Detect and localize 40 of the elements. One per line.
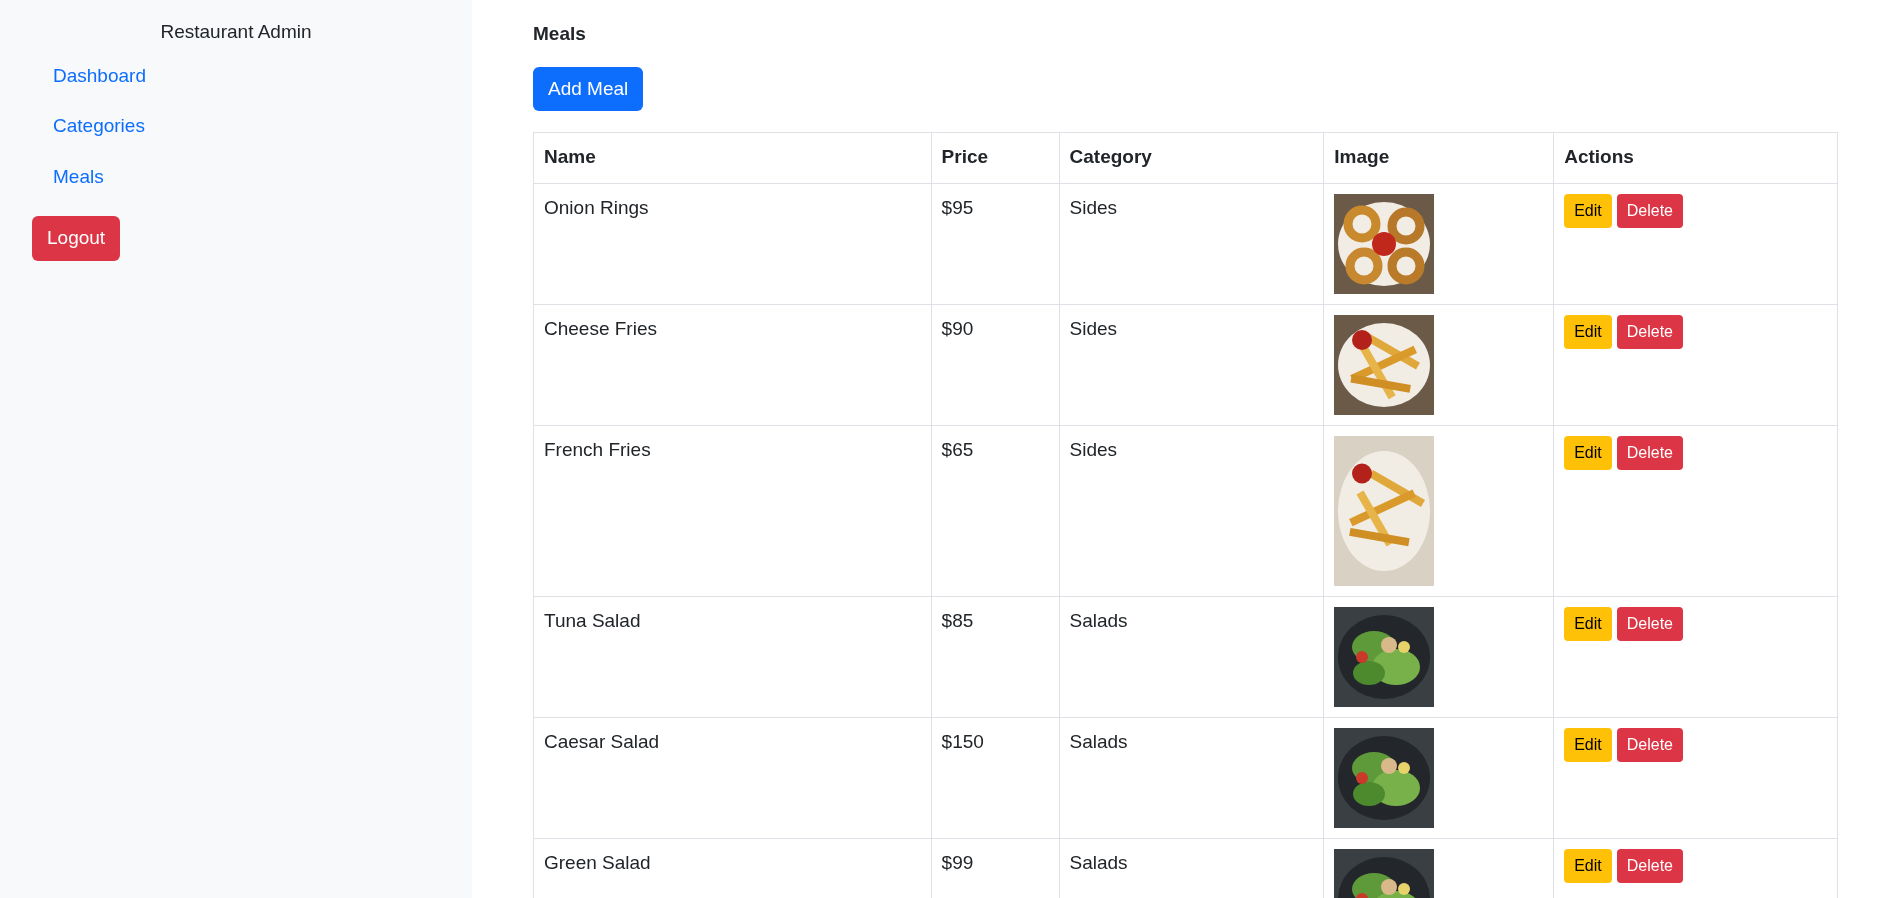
table-cell: $90 [931, 304, 1059, 426]
column-header: Name [533, 132, 932, 184]
delete-button[interactable]: Delete [1616, 194, 1683, 228]
table-cell: Sides [1059, 425, 1324, 597]
table-cell: Salads [1059, 596, 1324, 718]
table-cell: Tuna Salad [533, 596, 932, 718]
table-cell: Caesar Salad [533, 717, 932, 839]
edit-button[interactable]: Edit [1564, 728, 1612, 762]
table-cell: $85 [931, 596, 1059, 718]
edit-button[interactable]: Edit [1564, 849, 1612, 883]
table-cell: Cheese Fries [533, 304, 932, 426]
edit-button[interactable]: Edit [1564, 607, 1612, 641]
add-meal-button[interactable]: Add Meal [533, 66, 644, 111]
delete-button[interactable]: Delete [1616, 315, 1683, 349]
table-cell: Onion Rings [533, 183, 932, 305]
sidebar-title: Restaurant Admin [159, 20, 313, 44]
column-header: Image [1323, 132, 1554, 184]
table-cell: $150 [931, 717, 1059, 839]
table-cell: $65 [931, 425, 1059, 597]
edit-button[interactable]: Edit [1564, 436, 1612, 470]
delete-button[interactable]: Delete [1616, 849, 1683, 883]
table-cell: Green Salad [533, 838, 932, 898]
logout-button[interactable]: Logout [32, 216, 121, 261]
table-cell: Sides [1059, 183, 1324, 305]
delete-button[interactable]: Delete [1616, 728, 1683, 762]
sidebar-link[interactable]: Dashboard [32, 50, 167, 101]
column-header: Category [1059, 132, 1324, 184]
edit-button[interactable]: Edit [1564, 194, 1612, 228]
column-header: Actions [1553, 132, 1838, 184]
column-header: Price [931, 132, 1059, 184]
table-cell: French Fries [533, 425, 932, 597]
sidebar-link[interactable]: Categories [32, 101, 166, 152]
delete-button[interactable]: Delete [1616, 607, 1683, 641]
table-cell: $95 [931, 183, 1059, 305]
edit-button[interactable]: Edit [1564, 315, 1612, 349]
table-cell: Salads [1059, 717, 1324, 839]
page-heading: Meals [533, 22, 587, 46]
sidebar-link[interactable]: Meals [32, 151, 125, 202]
table-cell: Sides [1059, 304, 1324, 426]
delete-button[interactable]: Delete [1616, 436, 1683, 470]
